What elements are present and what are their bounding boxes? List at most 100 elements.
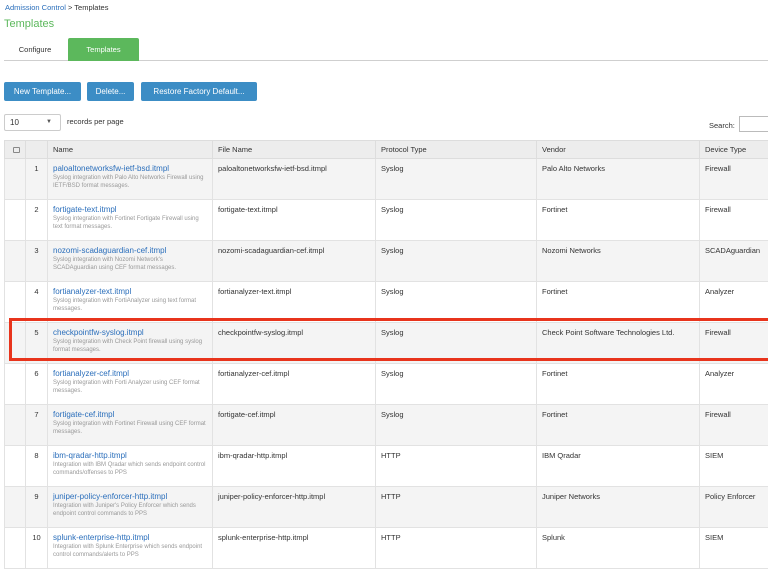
number-header [26, 141, 48, 159]
name-cell: fortigate-cef.itmplSyslog integration wi… [48, 405, 213, 446]
template-name-link[interactable]: nozomi-scadaguardian-cef.itmpl [53, 246, 212, 256]
table-row[interactable]: 7fortigate-cef.itmplSyslog integration w… [5, 405, 768, 446]
breadcrumb: Admission Control > Templates [5, 3, 108, 12]
template-name-link[interactable]: splunk-enterprise-http.itmpl [53, 533, 212, 543]
page-size-value: 10 [10, 118, 19, 127]
table-row[interactable]: 3nozomi-scadaguardian-cef.itmplSyslog in… [5, 241, 768, 282]
device-type-cell: SIEM [700, 528, 768, 569]
page-title: Templates [4, 18, 54, 30]
protocol-type-cell: Syslog [376, 323, 537, 364]
select-all-header[interactable] [5, 141, 26, 159]
table-row[interactable]: 10splunk-enterprise-http.itmplIntegratio… [5, 528, 768, 569]
template-name-link[interactable]: ibm-qradar-http.itmpl [53, 451, 212, 461]
column-header-file-name[interactable]: File Name [213, 141, 376, 159]
tab-configure[interactable]: Configure [4, 38, 66, 61]
row-select-cell[interactable] [5, 446, 26, 487]
delete-button[interactable]: Delete... [87, 82, 134, 101]
vendor-cell: Palo Alto Networks [537, 159, 700, 200]
table-row[interactable]: 2 fortigate-text.itmplSyslog integration … [5, 200, 768, 241]
row-number: 2 [26, 200, 48, 241]
table-row[interactable]: 9juniper-policy-enforcer-http.itmplInteg… [5, 487, 768, 528]
protocol-type-cell: Syslog [376, 241, 537, 282]
device-type-cell: Policy Enforcer [700, 487, 768, 528]
name-cell: paloaltonetworksfw-ietf-bsd.itmplSyslog … [48, 159, 213, 200]
template-description: Syslog integration with Forti Analyzer u… [53, 379, 212, 395]
protocol-type-cell: Syslog [376, 405, 537, 446]
row-select-cell[interactable] [5, 528, 26, 569]
device-type-cell: Analyzer [700, 364, 768, 405]
template-description: Syslog integration with Fortinet Fortiga… [53, 215, 212, 231]
column-header-vendor[interactable]: Vendor [537, 141, 700, 159]
table-row[interactable]: 8 ibm-qradar-http.itmplIntegration with I… [5, 446, 768, 487]
row-select-cell[interactable] [5, 200, 26, 241]
template-name-link[interactable]: fortianalyzer-cef.itmpl [53, 369, 212, 379]
column-header-protocol-type[interactable]: Protocol Type [376, 141, 537, 159]
name-cell: nozomi-scadaguardian-cef.itmplSyslog int… [48, 241, 213, 282]
search-label: Search: [709, 121, 735, 130]
row-select-cell[interactable] [5, 282, 26, 323]
select-all-icon[interactable] [13, 147, 20, 153]
row-select-cell[interactable] [5, 364, 26, 405]
row-number: 8 [26, 446, 48, 487]
device-type-cell: Firewall [700, 405, 768, 446]
vendor-cell: Fortinet [537, 405, 700, 446]
restore-factory-default-button[interactable]: Restore Factory Default... [141, 82, 257, 101]
template-name-link[interactable]: checkpointfw-syslog.itmpl [53, 328, 212, 338]
table-row[interactable]: 6fortianalyzer-cef.itmplSyslog integrati… [5, 364, 768, 405]
tab-templates[interactable]: Templates [68, 38, 139, 61]
template-description: Syslog integration with Palo Alto Networ… [53, 174, 212, 190]
page-size-select[interactable]: 10 ▼ [4, 114, 61, 131]
device-type-cell: Firewall [700, 200, 768, 241]
row-select-cell[interactable] [5, 241, 26, 282]
template-description: Syslog integration with Fortinet Firewal… [53, 420, 212, 436]
file-name-cell: checkpointfw-syslog.itmpl [213, 323, 376, 364]
column-header-device-type[interactable]: Device Type [700, 141, 768, 159]
row-select-cell[interactable] [5, 159, 26, 200]
column-header-name[interactable]: Name [48, 141, 213, 159]
row-select-cell[interactable] [5, 323, 26, 364]
template-description: Syslog integration with Nozomi Network's… [53, 256, 212, 272]
records-per-page-label: records per page [67, 117, 124, 126]
file-name-cell: paloaltonetworksfw-ietf-bsd.itmpl [213, 159, 376, 200]
row-number: 7 [26, 405, 48, 446]
file-name-cell: splunk-enterprise-http.itmpl [213, 528, 376, 569]
breadcrumb-current: Templates [74, 3, 108, 12]
row-number: 5 [26, 323, 48, 364]
row-select-cell[interactable] [5, 405, 26, 446]
template-name-link[interactable]: paloaltonetworksfw-ietf-bsd.itmpl [53, 164, 212, 174]
template-description: Integration with IBM Qradar which sends … [53, 461, 212, 477]
row-number: 1 [26, 159, 48, 200]
file-name-cell: fortianalyzer-text.itmpl [213, 282, 376, 323]
protocol-type-cell: Syslog [376, 200, 537, 241]
template-name-link[interactable]: juniper-policy-enforcer-http.itmpl [53, 492, 212, 502]
row-number: 9 [26, 487, 48, 528]
device-type-cell: Firewall [700, 159, 768, 200]
template-description: Integration with Splunk Enterprise which… [53, 543, 212, 559]
template-name-link[interactable]: fortigate-text.itmpl [53, 205, 212, 215]
vendor-cell: Fortinet [537, 200, 700, 241]
table-row[interactable]: 1paloaltonetworksfw-ietf-bsd.itmplSyslog… [5, 159, 768, 200]
protocol-type-cell: HTTP [376, 487, 537, 528]
template-name-link[interactable]: fortigate-cef.itmpl [53, 410, 212, 420]
device-type-cell: SCADAguardian [700, 241, 768, 282]
table-row[interactable]: 4fortianalyzer-text.itmplSyslog integrat… [5, 282, 768, 323]
file-name-cell: fortigate-text.itmpl [213, 200, 376, 241]
new-template-button[interactable]: New Template... [4, 82, 81, 101]
device-type-cell: Firewall [700, 323, 768, 364]
table-row[interactable]: 5checkpointfw-syslog.itmplSyslog integra… [5, 323, 768, 364]
template-name-link[interactable]: fortianalyzer-text.itmpl [53, 287, 212, 297]
vendor-cell: Nozomi Networks [537, 241, 700, 282]
vendor-cell: Fortinet [537, 282, 700, 323]
template-description: Integration with Juniper's Policy Enforc… [53, 502, 212, 518]
row-select-cell[interactable] [5, 487, 26, 528]
vendor-cell: Check Point Software Technologies Ltd. [537, 323, 700, 364]
file-name-cell: juniper-policy-enforcer-http.itmpl [213, 487, 376, 528]
protocol-type-cell: HTTP [376, 528, 537, 569]
vendor-cell: Splunk [537, 528, 700, 569]
vendor-cell: Juniper Networks [537, 487, 700, 528]
name-cell: juniper-policy-enforcer-http.itmplIntegr… [48, 487, 213, 528]
search-input[interactable] [739, 116, 768, 132]
file-name-cell: nozomi-scadaguardian-cef.itmpl [213, 241, 376, 282]
file-name-cell: fortianalyzer-cef.itmpl [213, 364, 376, 405]
breadcrumb-admission-control-link[interactable]: Admission Control [5, 3, 66, 12]
